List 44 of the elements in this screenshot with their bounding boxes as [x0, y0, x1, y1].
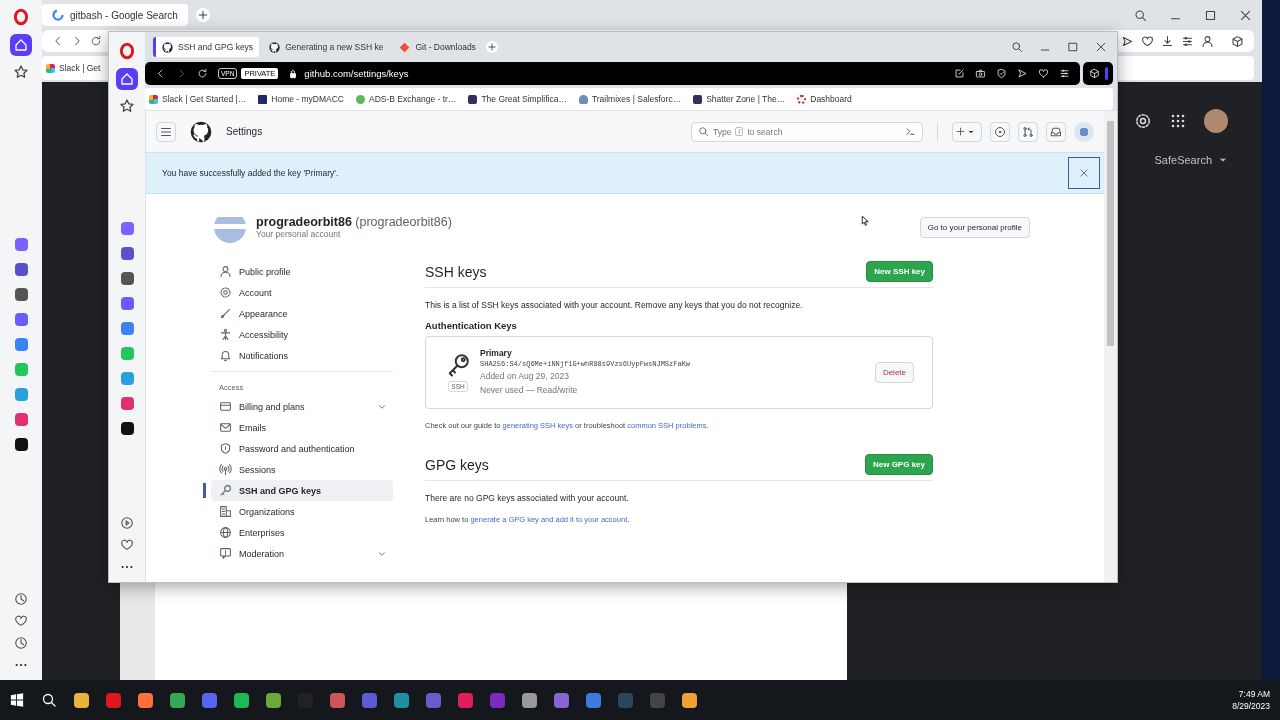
nav-item[interactable]: Moderation	[211, 543, 393, 564]
browser-tab[interactable]: SSH and GPG keys	[153, 37, 260, 57]
delete-button[interactable]: Delete	[874, 362, 914, 383]
url-text[interactable]: github.com/settings/keys	[304, 68, 409, 79]
page-title[interactable]: Settings	[226, 126, 263, 137]
placeholder-text: to search	[747, 126, 783, 137]
nav-item[interactable]: Organizations	[211, 501, 393, 522]
account-name: progradeorbit86 (progradeorbit86)	[256, 215, 452, 229]
bookmark[interactable]: Shatter Zone | The…	[693, 94, 786, 104]
nav-item[interactable]: Password and authentication	[211, 438, 393, 459]
nav-item[interactable]: Enterprises	[211, 522, 393, 543]
section-title: GPG keys	[425, 456, 489, 473]
browser-tab[interactable]: Git - Downloads	[393, 37, 482, 57]
placeholder-text: Type	[713, 126, 732, 137]
bookmark[interactable]: Slack | Get Started |…	[149, 94, 247, 104]
nav-item[interactable]: Public profile	[211, 261, 393, 282]
safesearch-dropdown[interactable]: SafeSearch	[1154, 154, 1228, 174]
account-subtitle: Your personal account	[256, 229, 342, 239]
bookmark[interactable]: Dashboard	[797, 94, 852, 104]
section-description: There are no GPG keys associated with your account.	[425, 493, 630, 503]
bookmark[interactable]: Home - myDMACC	[258, 94, 344, 104]
nav-item[interactable]: Account	[211, 282, 393, 303]
nav-item[interactable]: Notifications	[211, 345, 393, 366]
bookmark[interactable]: ADS-B Exchange - tr…	[356, 94, 457, 104]
bookmark[interactable]: Slack | Get	[46, 63, 101, 73]
key-title: Primary	[480, 348, 513, 358]
key-date: Added on Aug 29, 2023	[480, 370, 570, 383]
bookmark[interactable]: The Great Simplifica…	[468, 94, 567, 104]
browser-tab[interactable]: gitbash - Google Search	[42, 4, 188, 26]
bookmark[interactable]: Trailmixes | Salesforc…	[578, 94, 682, 104]
nav-item[interactable]: Emails	[211, 417, 393, 438]
nav-item[interactable]: Accessibility	[211, 324, 393, 345]
browser-tab[interactable]: Generating a new SSH ke	[263, 37, 390, 57]
profile-button[interactable]: Go to your personal profile	[919, 216, 1030, 238]
nav-item[interactable]: Appearance	[211, 303, 393, 324]
key-usage: Never used — Read/write	[480, 383, 579, 397]
clock-date: 8/29/2023	[1232, 700, 1270, 712]
nav-item[interactable]: Sessions	[211, 459, 393, 480]
section-description: This is a list of SSH keys associated with your account. Remove any keys that you do not recognize.	[425, 300, 804, 310]
clock-time: 7:49 AM	[1237, 688, 1270, 700]
subsection-title: Authentication Keys	[425, 320, 518, 331]
nav-item[interactable]: Billing and plans	[211, 396, 393, 417]
section-title: SSH keys	[425, 263, 487, 280]
flash-message: You have successfully added the key 'Primary'.	[162, 168, 339, 178]
